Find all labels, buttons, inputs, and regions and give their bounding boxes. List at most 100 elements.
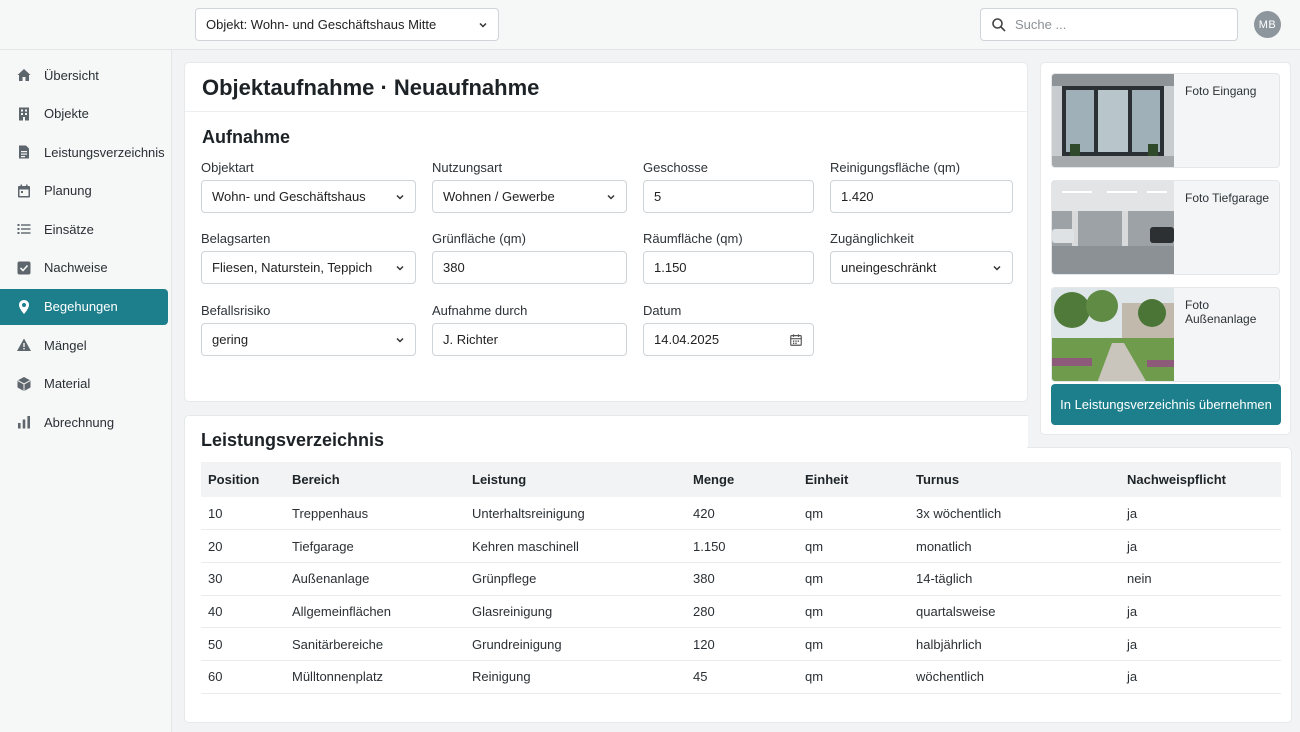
table-cell: 120 <box>686 627 798 661</box>
column-header[interactable]: Turnus <box>909 462 1120 497</box>
table-cell: Glasreinigung <box>465 595 686 629</box>
geschosse-value: 5 <box>654 189 662 204</box>
table-cell: ja <box>1120 497 1281 531</box>
column-header[interactable]: Position <box>201 462 285 497</box>
calendar-icon[interactable] <box>789 333 803 347</box>
sidebar-item-label: Abrechnung <box>44 414 115 430</box>
befallsrisiko-label: Befallsrisiko <box>201 303 271 318</box>
table-cell: qm <box>798 595 909 629</box>
sidebar-item-maengel[interactable]: Mängel <box>0 327 168 363</box>
column-header[interactable]: Einheit <box>798 462 909 497</box>
raeumflaeche-input[interactable]: 1.150 <box>643 251 814 284</box>
table-cell: Kehren maschinell <box>465 529 686 563</box>
sidebar-item-planung[interactable]: Planung <box>0 173 168 209</box>
section-title-leistungsverzeichnis: Leistungsverzeichnis <box>201 430 385 450</box>
table-cell: 14-täglich <box>909 562 1120 596</box>
sidebar-item-material[interactable]: Material <box>0 366 168 402</box>
zugaenglichkeit-select[interactable]: uneingeschränkt <box>830 251 1013 284</box>
sidebar-item-label: Übersicht <box>44 67 99 83</box>
belagsarten-select[interactable]: Fliesen, Naturstein, Teppich <box>201 251 416 284</box>
object-select[interactable]: Objekt: Wohn- und Geschäftshaus Mitte <box>195 8 499 41</box>
column-header[interactable]: Menge <box>686 462 798 497</box>
table-cell: Unterhaltsreinigung <box>465 497 686 531</box>
sidebar-item-label: Material <box>44 376 91 392</box>
table-row[interactable]: 40 Allgemeinflächen Glasreinigung 280 qm… <box>201 595 1281 629</box>
column-header[interactable]: Bereich <box>285 462 465 497</box>
table-header-row: Position Bereich Leistung Menge Einheit … <box>201 462 1281 497</box>
search-input[interactable] <box>1015 17 1215 32</box>
photo-eingang[interactable]: Foto Eingang <box>1051 73 1280 168</box>
column-header[interactable]: Nachweispflicht <box>1120 462 1281 497</box>
garage-photo-image <box>1052 181 1174 274</box>
sidebar-item-uebersicht[interactable]: Übersicht <box>0 57 168 93</box>
object-select-value: Objekt: Wohn- und Geschäftshaus Mitte <box>206 17 437 32</box>
photo-caption: Foto Tiefgarage <box>1185 191 1270 205</box>
objektart-label: Objektart <box>201 160 254 175</box>
nutzungsart-label: Nutzungsart <box>432 160 503 175</box>
table-cell: nein <box>1120 562 1281 596</box>
objektart-select[interactable]: Wohn- und Geschäftshaus <box>201 180 416 213</box>
sidebar-item-label: Mängel <box>44 337 87 353</box>
sidebar-item-abrechnung[interactable]: Abrechnung <box>0 404 168 440</box>
table-cell: 280 <box>686 595 798 629</box>
list-icon <box>16 221 32 237</box>
table-cell: Reinigung <box>465 660 686 694</box>
table-cell: 380 <box>686 562 798 596</box>
table-row[interactable]: 30 Außenanlage Grünpflege 380 qm 14-tägl… <box>201 562 1281 596</box>
calendar-icon <box>16 183 32 199</box>
befallsrisiko-select[interactable]: gering <box>201 323 416 356</box>
geschosse-input[interactable]: 5 <box>643 180 814 213</box>
apply-to-leistungsverzeichnis-button[interactable]: In Leistungsverzeichnis übernehmen <box>1051 384 1281 425</box>
building-icon <box>16 106 32 122</box>
aufnahme-durch-label: Aufnahme durch <box>432 303 528 318</box>
sidebar: Übersicht Objekte Leistungsverzeichnis P… <box>0 50 172 732</box>
table-cell: qm <box>798 497 909 531</box>
sidebar-item-leistungsverzeichnis[interactable]: Leistungsverzeichnis <box>0 134 168 170</box>
reinigungsflaeche-value: 1.420 <box>841 189 874 204</box>
zugaenglichkeit-value: uneingeschränkt <box>841 260 937 275</box>
warning-icon <box>16 337 32 353</box>
chevron-down-icon <box>993 265 1001 271</box>
sidebar-item-label: Objekte <box>44 106 89 122</box>
chevron-down-icon <box>607 194 615 200</box>
table-cell: Tiefgarage <box>285 529 465 563</box>
sidebar-item-objekte[interactable]: Objekte <box>0 96 168 132</box>
table-row[interactable]: 60 Mülltonnenplatz Reinigung 45 qm wöche… <box>201 660 1281 694</box>
datum-input[interactable]: 14.04.2025 <box>643 323 814 356</box>
belagsarten-label: Belagsarten <box>201 231 271 246</box>
sidebar-item-nachweise[interactable]: Nachweise <box>0 250 168 286</box>
section-title-aufnahme: Aufnahme <box>202 127 291 147</box>
sidebar-item-label: Nachweise <box>44 260 108 276</box>
sidebar-item-label: Begehungen <box>44 299 118 315</box>
photo-aussenanlage[interactable]: Foto Außenanlage <box>1051 287 1280 382</box>
sidebar-item-einsaetze[interactable]: Einsätze <box>0 211 168 247</box>
gruenflaeche-input[interactable]: 380 <box>432 251 627 284</box>
table-cell: 3x wöchentlich <box>909 497 1120 531</box>
table-cell: wöchentlich <box>909 660 1120 694</box>
table-row[interactable]: 10 Treppenhaus Unterhaltsreinigung 420 q… <box>201 497 1281 531</box>
divider <box>185 111 1027 112</box>
aufnahme-durch-input[interactable]: J. Richter <box>432 323 627 356</box>
table-row[interactable]: 50 Sanitärbereiche Grundreinigung 120 qm… <box>201 627 1281 661</box>
table-cell: ja <box>1120 595 1281 629</box>
table-cell: qm <box>798 529 909 563</box>
search-box[interactable] <box>980 8 1238 41</box>
aufnahme-durch-value: J. Richter <box>443 332 498 347</box>
gruenflaeche-label: Grünfläche (qm) <box>432 231 526 246</box>
datum-value: 14.04.2025 <box>654 332 720 347</box>
gruenflaeche-value: 380 <box>443 260 465 275</box>
entrance-photo-image <box>1052 74 1174 167</box>
table-cell: Außenanlage <box>285 562 465 596</box>
table-row[interactable]: 20 Tiefgarage Kehren maschinell 1.150 qm… <box>201 529 1281 563</box>
bar-chart-icon <box>16 414 32 430</box>
sidebar-item-begehungen[interactable]: Begehungen <box>0 288 168 325</box>
nutzungsart-select[interactable]: Wohnen / Gewerbe <box>432 180 627 213</box>
table-cell: 420 <box>686 497 798 531</box>
table-cell: ja <box>1120 627 1281 661</box>
reinigungsflaeche-input[interactable]: 1.420 <box>830 180 1013 213</box>
table-cell: qm <box>798 627 909 661</box>
column-header[interactable]: Leistung <box>465 462 686 497</box>
avatar[interactable]: MB <box>1254 11 1281 38</box>
table-cell: ja <box>1120 529 1281 563</box>
photo-tiefgarage[interactable]: Foto Tiefgarage <box>1051 180 1280 275</box>
